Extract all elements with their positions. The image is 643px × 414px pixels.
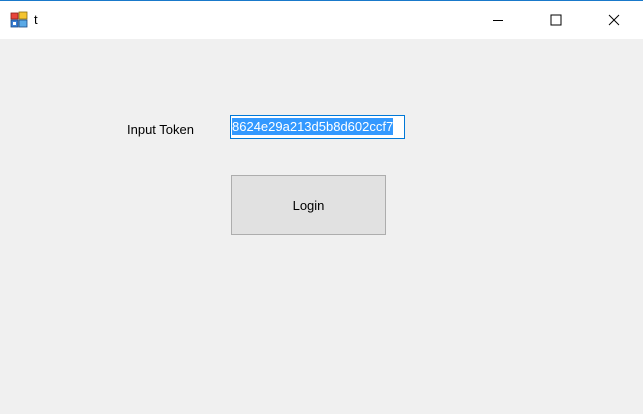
login-button[interactable]: Login (231, 175, 386, 235)
title-bar[interactable]: t (0, 1, 643, 39)
token-label: Input Token (127, 122, 194, 137)
minimize-icon (493, 20, 503, 21)
maximize-icon (550, 14, 562, 26)
token-value: 8624e29a213d5b8d602ccf7 (232, 118, 394, 135)
close-icon (608, 14, 620, 26)
maximize-button[interactable] (528, 1, 584, 39)
login-button-label: Login (292, 197, 325, 213)
app-window: t Input Token 8624e29a213d5b8d602ccf7 Lo… (0, 0, 643, 414)
minimize-button[interactable] (470, 1, 526, 39)
token-input[interactable]: 8624e29a213d5b8d602ccf7 (230, 115, 405, 139)
window-title: t (34, 12, 38, 27)
close-button[interactable] (586, 1, 642, 39)
app-icon (10, 11, 28, 29)
